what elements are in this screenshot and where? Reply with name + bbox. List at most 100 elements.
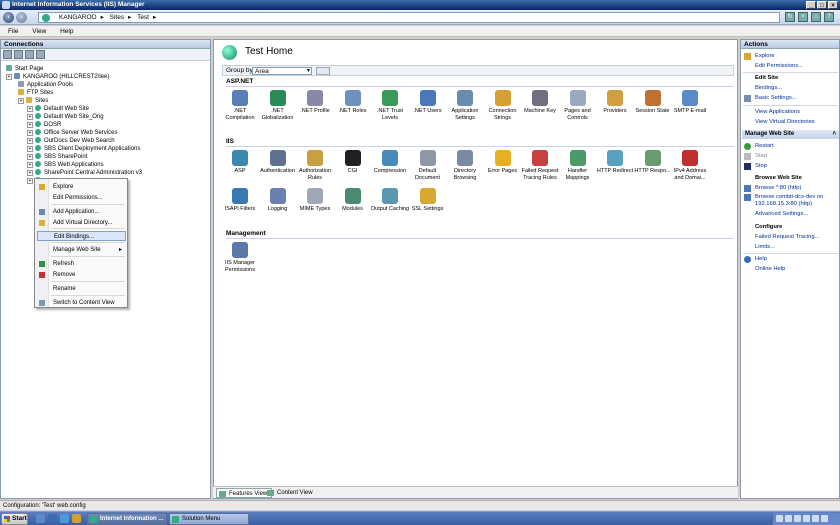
feature-asp[interactable]: ASP xyxy=(220,150,260,175)
menu-help[interactable]: Help xyxy=(60,28,73,35)
feature-directory-browsing[interactable]: Directory Browsing xyxy=(445,150,485,181)
crumb-test[interactable]: Test xyxy=(137,14,149,21)
stop-icon[interactable]: × xyxy=(798,12,808,22)
feature-logging[interactable]: Logging xyxy=(258,188,298,213)
action-browse-combit-address[interactable]: 192.168.15.3:80 (http) xyxy=(755,201,812,208)
action-basic-settings[interactable]: Basic Settings... xyxy=(744,95,797,102)
expand-icon[interactable]: + xyxy=(27,138,33,144)
tree-node[interactable]: + SharePoint Central Administration v3 xyxy=(27,169,142,177)
tree-node[interactable]: Start Page xyxy=(6,65,43,73)
context-item-add-virtual-directory[interactable]: Add Virtual Directory... xyxy=(37,218,126,228)
expand-icon[interactable]: + xyxy=(27,114,33,120)
feature-failed-request-tracing-rules[interactable]: Failed Request Tracing Rules xyxy=(520,150,560,181)
feature-net-users[interactable]: .NET Users xyxy=(408,90,448,115)
feature-application-settings[interactable]: Application Settings xyxy=(445,90,485,121)
feature-isapi-filters[interactable]: ISAPI Filters xyxy=(220,188,260,213)
expand-icon[interactable]: + xyxy=(27,106,33,112)
feature-http-respo[interactable]: HTTP Respo... xyxy=(633,150,673,175)
context-item-edit-permissions[interactable]: Edit Permissions... xyxy=(37,193,126,203)
tree-node[interactable]: + KANGAROO (HILLCREST2\lee) xyxy=(6,73,109,81)
context-item-manage-web-site[interactable]: Manage Web Site ▸ xyxy=(37,245,126,255)
tray-icon[interactable] xyxy=(821,515,828,522)
expand-icon[interactable]: + xyxy=(27,122,33,128)
context-item-refresh[interactable]: Refresh xyxy=(37,259,126,269)
menu-file[interactable]: File xyxy=(8,28,18,35)
action-online-help[interactable]: Online Help xyxy=(755,266,785,273)
tree-node[interactable]: Application Pools xyxy=(18,81,73,89)
feature-net-roles[interactable]: .NET Roles xyxy=(333,90,373,115)
tree-node[interactable]: + Default Web Site_Orig xyxy=(27,113,104,121)
context-item-switch-to-content-view[interactable]: Switch to Content View xyxy=(37,298,126,308)
tree-node[interactable]: + Sites xyxy=(18,97,48,105)
feature-net-compilation[interactable]: .NET Compilation xyxy=(220,90,260,121)
feature-mime-types[interactable]: MIME Types xyxy=(295,188,335,213)
action-explore[interactable]: Explore xyxy=(744,53,775,60)
action-view-virtual-directories[interactable]: View Virtual Directories xyxy=(755,119,815,126)
tree-node[interactable]: + SBS Client Deployment Applications xyxy=(27,145,140,153)
view-mode-button[interactable] xyxy=(316,67,330,75)
tray-icon[interactable] xyxy=(812,515,819,522)
tree-node[interactable]: + Office Server Web Services xyxy=(27,129,117,137)
feature-cgi[interactable]: CGI xyxy=(333,150,373,175)
feature-output-caching[interactable]: Output Caching xyxy=(370,188,410,213)
expand-icon[interactable]: + xyxy=(27,130,33,136)
forward-button[interactable]: › xyxy=(16,12,27,23)
feature-machine-key[interactable]: Machine Key xyxy=(520,90,560,115)
action-browse-80[interactable]: Browse *:80 (http) xyxy=(744,185,801,192)
start-button[interactable]: Start xyxy=(1,513,28,525)
feature-ipv4-address-and-domai[interactable]: IPv4 Address and Domai... xyxy=(670,150,710,181)
feature-http-redirect[interactable]: HTTP Redirect xyxy=(595,150,635,175)
action-help[interactable]: Help xyxy=(744,256,767,263)
maximize-button[interactable]: □ xyxy=(817,1,827,9)
action-browse-combit[interactable]: Browse combit-dcs-dev on xyxy=(744,194,823,201)
feature-compression[interactable]: Compression xyxy=(370,150,410,175)
back-button[interactable]: ‹ xyxy=(3,12,14,23)
explorer-icon[interactable] xyxy=(72,514,81,523)
group-by-select[interactable]: Area xyxy=(252,67,312,75)
menu-view[interactable]: View xyxy=(32,28,46,35)
task-solution-menu[interactable]: Solution Menu xyxy=(169,513,249,525)
action-limits[interactable]: Limits... xyxy=(755,244,775,251)
task-iis-manager[interactable]: Internet Information ... xyxy=(87,513,167,525)
context-item-explore[interactable]: Explore xyxy=(37,182,126,192)
feature-pages-and-controls[interactable]: Pages and Controls xyxy=(558,90,598,121)
feature-net-profile[interactable]: .NET Profile xyxy=(295,90,335,115)
action-edit-permissions[interactable]: Edit Permissions... xyxy=(755,63,803,70)
feature-authentication[interactable]: Authentication xyxy=(258,150,298,175)
expand-icon[interactable]: + xyxy=(27,162,33,168)
action-restart[interactable]: Restart xyxy=(744,143,774,150)
context-item-edit-bindings[interactable]: Edit Bindings... xyxy=(37,231,126,241)
tray-icon[interactable] xyxy=(803,515,810,522)
context-item-rename[interactable]: Rename xyxy=(37,284,126,294)
expand-icon[interactable]: + xyxy=(27,146,33,152)
tab-features-view[interactable]: Features View xyxy=(216,488,273,498)
help-icon[interactable]: ? xyxy=(824,12,834,22)
action-bindings[interactable]: Bindings... xyxy=(755,85,782,92)
tray-icon[interactable] xyxy=(794,515,801,522)
tree-node[interactable]: + SBS SharePoint xyxy=(27,153,87,161)
feature-modules[interactable]: Modules xyxy=(333,188,373,213)
action-start[interactable]: Start xyxy=(744,153,767,160)
action-advanced-settings[interactable]: Advanced Settings... xyxy=(755,211,808,218)
tray-icon[interactable] xyxy=(785,515,792,522)
expand-icon[interactable]: + xyxy=(18,98,24,104)
context-item-remove[interactable]: Remove xyxy=(37,270,126,280)
tray-icon[interactable] xyxy=(776,515,783,522)
tree-node[interactable]: + Default Web Site xyxy=(27,105,89,113)
feature-smtp-e-mail[interactable]: SMTP E-mail xyxy=(670,90,710,115)
tab-content-view[interactable]: Content View xyxy=(265,488,317,498)
minimize-button[interactable]: _ xyxy=(806,1,816,9)
action-stop[interactable]: Stop xyxy=(744,163,767,170)
expand-icon[interactable]: + xyxy=(27,154,33,160)
address-breadcrumb[interactable]: KANGAROO ▸ Sites ▸ Test ▸ xyxy=(38,12,780,23)
feature-iis-manager-permissions[interactable]: IIS Manager Permissions xyxy=(220,242,260,273)
tree-node[interactable]: + DOSR xyxy=(27,121,61,129)
close-button[interactable]: × xyxy=(828,1,838,9)
feature-session-state[interactable]: Session State xyxy=(633,90,673,115)
expand-icon[interactable]: + xyxy=(27,170,33,176)
powershell-icon[interactable] xyxy=(48,514,57,523)
save-icon[interactable] xyxy=(14,50,23,59)
up-icon[interactable] xyxy=(25,50,34,59)
feature-error-pages[interactable]: Error Pages xyxy=(483,150,523,175)
expand-icon[interactable]: + xyxy=(6,74,12,80)
